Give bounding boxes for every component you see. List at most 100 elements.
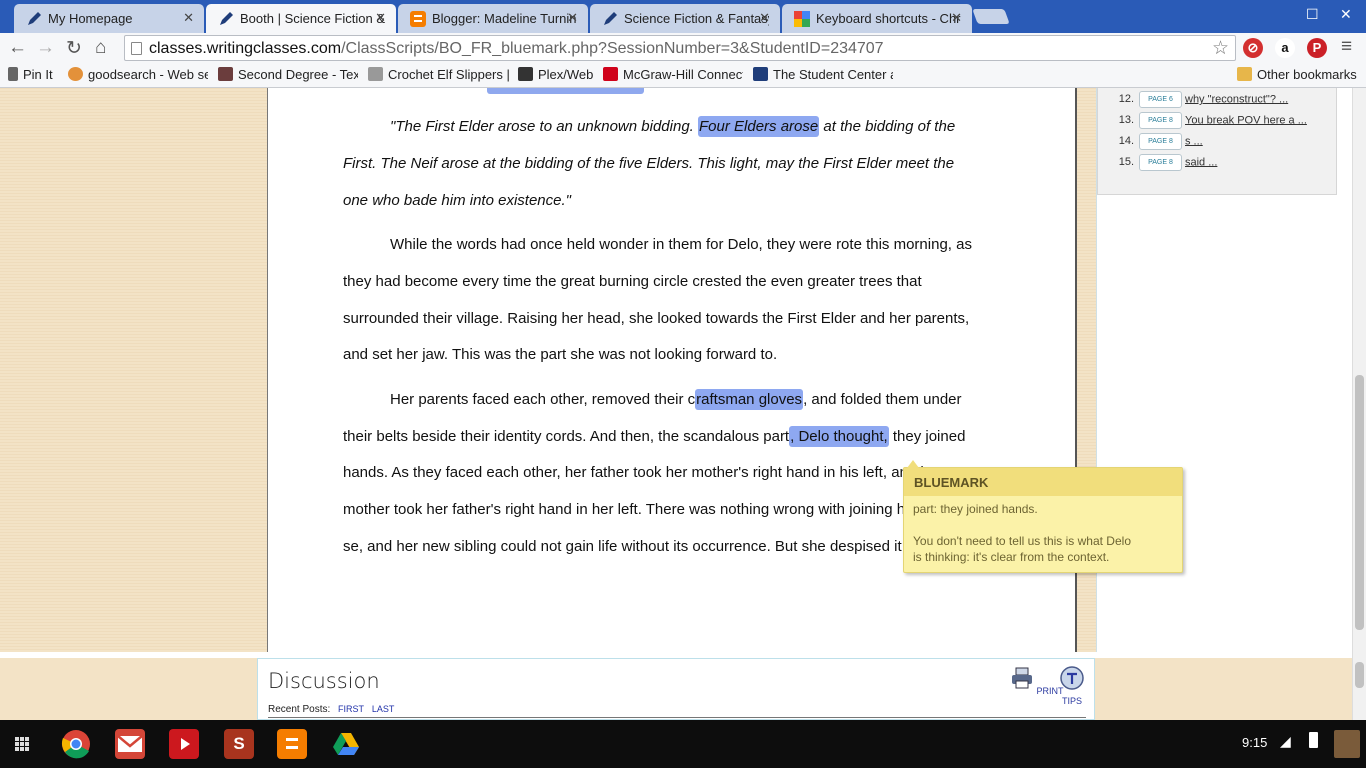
play-icon (181, 738, 190, 750)
youtube-icon[interactable] (169, 729, 199, 759)
chrome-icon[interactable] (61, 729, 91, 759)
close-icon[interactable]: ✕ (951, 10, 962, 26)
recent-posts: Recent Posts: FIRST LAST (268, 704, 394, 715)
tab-blogger[interactable]: Blogger: Madeline Turning ✕ (398, 4, 588, 33)
comment-link[interactable]: You break POV here a ... (1185, 114, 1307, 126)
wifi-icon[interactable]: ◢ (1280, 733, 1291, 750)
close-icon[interactable]: ✕ (183, 10, 194, 26)
doc-text: their belts beside their identity cords.… (343, 428, 790, 445)
star-icon[interactable]: ☆ (1212, 37, 1229, 60)
folder-icon (1237, 67, 1252, 81)
grid-icon (15, 737, 29, 751)
drive-icon[interactable] (331, 729, 361, 759)
other-bookmarks[interactable]: Other bookmarks (1237, 67, 1362, 82)
pen-icon (604, 12, 617, 25)
close-icon[interactable]: ✕ (759, 10, 770, 26)
comment-item[interactable]: 12. PAGE 6 why "reconstruct"? ... (1108, 91, 1288, 109)
tab-title: Blogger: Madeline Turning (432, 11, 577, 26)
s-letter-icon: S (233, 734, 245, 753)
pin-icon (8, 67, 18, 81)
browser-toolbar: ← → ↻ ⌂ classes.writingclasses.com/Class… (0, 33, 1366, 63)
tooltip-header: BLUEMARK (904, 468, 1182, 496)
goodsearch-icon (68, 67, 83, 81)
scrollbar-thumb[interactable] (1355, 662, 1364, 688)
bookmark-goodsearch[interactable]: goodsearch - Web se (68, 67, 208, 82)
address-bar[interactable]: classes.writingclasses.com/ClassScripts/… (124, 35, 1236, 61)
page-badge[interactable]: PAGE 8 (1139, 154, 1182, 171)
chrome-logo (61, 730, 90, 759)
mcgraw-icon (603, 67, 618, 81)
bookmark-second-degree[interactable]: Second Degree - Tex (218, 67, 358, 82)
page-badge[interactable]: PAGE 8 (1139, 133, 1182, 150)
tips-button[interactable]: TIPS (1050, 666, 1094, 706)
comment-link[interactable]: why "reconstruct"? ... (1185, 93, 1288, 105)
page-scrollbar[interactable] (1352, 88, 1366, 720)
close-icon[interactable]: ✕ (375, 10, 386, 26)
adblock-icon[interactable]: ⊘ (1243, 38, 1263, 58)
bookmark-plex[interactable]: Plex/Web (518, 67, 608, 82)
clock[interactable]: 9:15 (1242, 735, 1267, 750)
doc-line: surrounded their village. Raising her he… (343, 310, 970, 327)
comment-number: 15. (1118, 156, 1134, 169)
bookmark-crochet[interactable]: Crochet Elf Slippers | (368, 67, 513, 82)
bookmark-student-center[interactable]: The Student Center a (753, 67, 893, 82)
page-badge[interactable]: PAGE 8 (1139, 112, 1182, 129)
gmail-icon[interactable] (115, 729, 145, 759)
doc-line: First. The Neif arose at the bidding of … (343, 155, 955, 172)
forward-arrow-icon[interactable]: → (36, 37, 55, 59)
bookmark-pin-it[interactable]: Pin It (8, 67, 63, 82)
google-icon (794, 11, 810, 27)
highlight-partial[interactable] (487, 88, 644, 94)
tab-science-fiction[interactable]: Science Fiction & Fantasy ✕ (590, 4, 780, 33)
tab-my-homepage[interactable]: My Homepage ✕ (14, 4, 204, 33)
comment-number: 13. (1118, 114, 1134, 127)
reload-icon[interactable]: ↻ (66, 37, 82, 60)
new-tab-button[interactable] (972, 9, 1010, 24)
apps-launcher-icon[interactable] (7, 729, 37, 759)
os-shelf: S 9:15 ◢ (0, 720, 1366, 768)
bookmarks-bar: Pin It goodsearch - Web se Second Degree… (0, 63, 1366, 88)
doc-line: Her parents faced each other, removed th… (343, 381, 1003, 418)
discussion-panel: Discussion Recent Posts: FIRST LAST PRIN… (257, 658, 1095, 720)
tab-strip: My Homepage ✕ Booth | Science Fiction & … (0, 0, 1366, 33)
tooltip-quote: part: they joined hands. (913, 502, 1038, 516)
tab-keyboard-shortcuts[interactable]: Keyboard shortcuts - Chrome ✕ (782, 4, 972, 33)
doc-text: , and folded them under (803, 391, 962, 408)
bookmark-label: Plex/Web (538, 67, 594, 82)
blogger-icon (410, 11, 426, 27)
home-icon[interactable]: ⌂ (95, 37, 106, 59)
bluemark-highlight[interactable]: raftsman gloves (695, 389, 804, 410)
pen-icon (28, 12, 41, 25)
comment-item[interactable]: 15. PAGE 8 said ... (1108, 154, 1217, 172)
comment-number: 12. (1118, 93, 1134, 106)
minimize-icon[interactable]: ☐ (1306, 6, 1319, 23)
amazon-icon[interactable]: a (1275, 38, 1295, 58)
tab-title: My Homepage (48, 11, 133, 26)
bluemark-highlight[interactable]: Four Elders arose (698, 116, 820, 137)
back-arrow-icon[interactable]: ← (8, 37, 27, 59)
menu-icon[interactable]: ≡ (1341, 36, 1352, 58)
avatar[interactable] (1334, 730, 1360, 758)
comment-item[interactable]: 14. PAGE 8s ... (1108, 133, 1203, 151)
page-badge[interactable]: PAGE 6 (1139, 91, 1182, 108)
comment-item[interactable]: 13. PAGE 8 You break POV here a ... (1108, 112, 1307, 130)
close-icon[interactable]: ✕ (567, 10, 578, 26)
doc-line: they had become every time the great bur… (343, 273, 922, 290)
bookmark-mcgraw[interactable]: McGraw-Hill Connect (603, 67, 743, 82)
comment-link[interactable]: s ... (1185, 135, 1203, 147)
blogger-icon[interactable] (277, 729, 307, 759)
bookmark-label: McGraw-Hill Connect (623, 67, 743, 82)
battery-icon[interactable] (1309, 732, 1318, 748)
last-link[interactable]: LAST (372, 704, 395, 714)
pinterest-icon[interactable]: P (1307, 38, 1327, 58)
first-link[interactable]: FIRST (338, 704, 364, 714)
s-app-icon[interactable]: S (224, 729, 254, 759)
tooltip-comment-line: is thinking: it's clear from the context… (913, 550, 1110, 564)
scrollbar-thumb[interactable] (1355, 375, 1364, 630)
bluemark-highlight[interactable]: , Delo thought, (789, 426, 889, 447)
close-window-icon[interactable]: ✕ (1340, 6, 1352, 23)
blogger-logo (286, 738, 298, 749)
bookmark-label: The Student Center a (773, 67, 893, 82)
comment-link[interactable]: said ... (1185, 156, 1217, 168)
tab-booth[interactable]: Booth | Science Fiction & Fantasy ✕ (206, 4, 396, 33)
